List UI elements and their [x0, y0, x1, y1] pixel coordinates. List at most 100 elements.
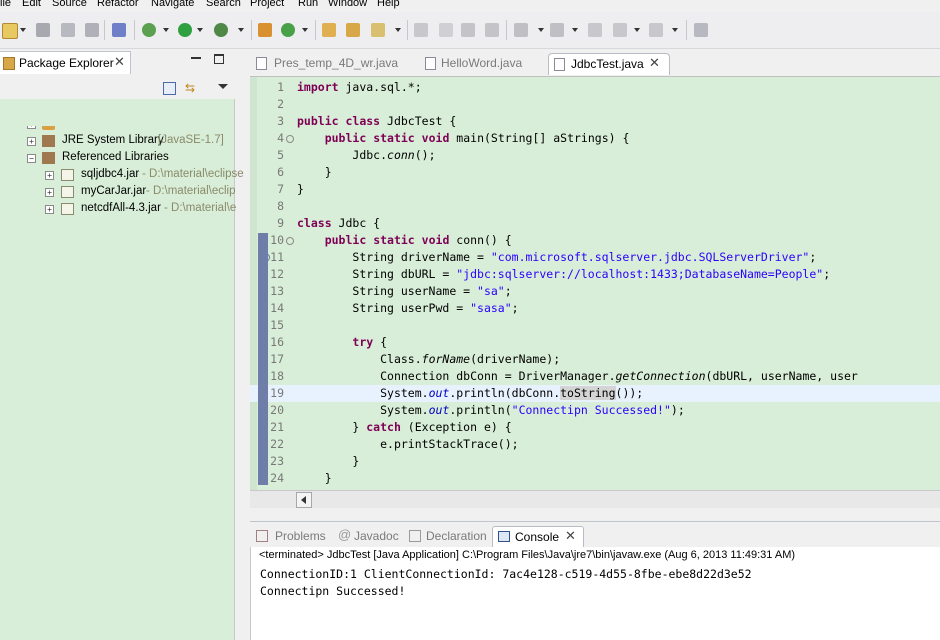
- arrow-left-icon: [301, 496, 306, 504]
- menu-help[interactable]: Help: [377, 0, 400, 9]
- code-line: 8: [277, 199, 284, 213]
- last-edit-location-icon[interactable]: [588, 23, 602, 37]
- toolbar-separator: [506, 20, 507, 40]
- prev-annotation-dropdown-icon[interactable]: [572, 28, 578, 32]
- pin-editor-icon[interactable]: [694, 23, 708, 37]
- expand-toggle-icon[interactable]: +: [45, 171, 54, 180]
- new-package-icon[interactable]: [258, 23, 272, 37]
- next-annotation-dropdown-icon[interactable]: [538, 28, 544, 32]
- close-icon[interactable]: ✕: [565, 528, 576, 544]
- print-icon[interactable]: [85, 23, 99, 37]
- menu-source[interactable]: Source: [52, 0, 87, 9]
- overview-ruler-marker[interactable]: [258, 233, 268, 485]
- external-tools-dropdown-icon[interactable]: [238, 28, 244, 32]
- fold-toggle-icon[interactable]: [286, 237, 294, 245]
- toolbar-separator: [251, 20, 252, 40]
- fold-toggle-icon[interactable]: [286, 135, 294, 143]
- back-dropdown-icon[interactable]: [634, 28, 640, 32]
- editor-horizontal-scrollbar[interactable]: [250, 490, 940, 508]
- code-line: 6 }: [277, 165, 332, 179]
- open-type-icon[interactable]: [322, 23, 336, 37]
- search-dropdown-icon[interactable]: [395, 28, 401, 32]
- code-editor[interactable]: 1 import java.sql.*; 2 3 public class Jdbc…: [250, 76, 940, 490]
- tab-label: Problems: [275, 529, 326, 543]
- link-with-editor-icon[interactable]: ⇆: [185, 82, 199, 94]
- search-icon[interactable]: [371, 23, 385, 37]
- package-explorer-title: Package Explorer: [19, 56, 114, 70]
- editor-tab[interactable]: Pres_temp_4D_wr.java: [254, 53, 414, 74]
- external-tools-icon[interactable]: [214, 23, 228, 37]
- tab-label: Console: [515, 530, 560, 544]
- console-view[interactable]: <terminated> JdbcTest [Java Application]…: [250, 547, 940, 640]
- block-selection-icon[interactable]: [485, 23, 499, 37]
- back-icon[interactable]: [613, 23, 627, 37]
- tab-javadoc[interactable]: @ Javadoc: [336, 526, 406, 546]
- code-line: 14 String userPwd = "sasa";: [270, 301, 519, 315]
- run-dropdown-icon[interactable]: [197, 28, 203, 32]
- tree-decoration: - D:\material\eclipse: [142, 168, 244, 180]
- code-line: 2: [277, 97, 284, 111]
- open-task-icon[interactable]: [346, 23, 360, 37]
- expand-toggle-icon[interactable]: +: [45, 188, 54, 197]
- collapse-all-icon[interactable]: [163, 82, 176, 95]
- save-all-icon[interactable]: [61, 23, 75, 37]
- collapse-toggle-icon[interactable]: −: [27, 154, 36, 163]
- debug-icon[interactable]: [142, 23, 156, 37]
- save-icon[interactable]: [36, 23, 50, 37]
- new-dropdown-icon[interactable]: [20, 28, 26, 32]
- skip-breakpoints-icon[interactable]: [112, 23, 126, 37]
- close-icon[interactable]: ✕: [649, 55, 660, 71]
- toolbar-separator: [134, 20, 135, 40]
- editor-tab-active[interactable]: JdbcTest.java ✕: [548, 53, 670, 75]
- expand-toggle-icon[interactable]: +: [27, 137, 36, 146]
- run-icon[interactable]: [178, 23, 192, 37]
- menu-project[interactable]: Project: [250, 0, 284, 9]
- editor-tab-label: HelloWord.java: [441, 56, 523, 70]
- tab-declaration[interactable]: Declaration: [407, 526, 491, 546]
- tree-label: myCarJar.jar: [81, 185, 147, 197]
- toolbar-separator: [407, 20, 408, 40]
- package-explorer-tab[interactable]: Package Explorer ✕: [0, 51, 131, 74]
- menu-navigate[interactable]: Navigate: [151, 0, 194, 9]
- new-class-icon[interactable]: [281, 23, 295, 37]
- maximize-icon[interactable]: [214, 54, 224, 64]
- menu-search[interactable]: Search: [206, 0, 241, 9]
- editor-tab[interactable]: HelloWord.java: [423, 53, 543, 74]
- problems-icon: [256, 530, 268, 542]
- console-output-line: ConnectionID:1 ClientConnectionId: 7ac4e…: [260, 567, 752, 581]
- new-class-dropdown-icon[interactable]: [302, 28, 308, 32]
- toolbar-separator: [104, 20, 105, 40]
- new-icon[interactable]: [2, 23, 18, 39]
- tab-console[interactable]: Console ✕: [492, 526, 584, 547]
- mark-occurrences-icon[interactable]: [414, 23, 428, 37]
- tab-problems[interactable]: Problems: [254, 526, 334, 546]
- package-explorer-icon: [3, 57, 15, 70]
- scroll-left-button[interactable]: [296, 492, 312, 508]
- menu-window[interactable]: Window: [328, 0, 367, 9]
- minimize-icon[interactable]: [191, 57, 201, 59]
- code-line: 7}: [277, 182, 304, 196]
- show-whitespace-icon[interactable]: [461, 23, 475, 37]
- javadoc-icon: @: [338, 527, 352, 542]
- menu-edit[interactable]: Edit: [22, 0, 41, 9]
- forward-icon[interactable]: [649, 23, 663, 37]
- menu-file[interactable]: ile: [0, 0, 11, 9]
- forward-dropdown-icon[interactable]: [672, 28, 678, 32]
- code-line-current: 19 System.out.println(dbConn.toString())…: [250, 385, 940, 402]
- next-annotation-icon[interactable]: [514, 23, 528, 37]
- menu-refactor[interactable]: Refactor: [97, 0, 139, 9]
- code-line: 22 e.printStackTrace();: [270, 437, 519, 451]
- jar-icon: [61, 203, 74, 215]
- debug-dropdown-icon[interactable]: [163, 28, 169, 32]
- editor-tab-label: JdbcTest.java: [571, 57, 644, 71]
- expand-toggle-icon[interactable]: +: [45, 205, 54, 214]
- toggle-highlight-icon[interactable]: [439, 23, 453, 37]
- code-line: 3 public class JdbcTest {: [277, 114, 457, 128]
- menu-run[interactable]: Run: [298, 0, 318, 9]
- library-icon: [42, 135, 55, 147]
- view-menu-icon[interactable]: [218, 84, 228, 89]
- close-icon[interactable]: ✕: [114, 54, 125, 70]
- prev-annotation-icon[interactable]: [550, 23, 564, 37]
- console-icon: [498, 531, 510, 542]
- code-line: 18 Connection dbConn = DriverManager.get…: [270, 369, 858, 383]
